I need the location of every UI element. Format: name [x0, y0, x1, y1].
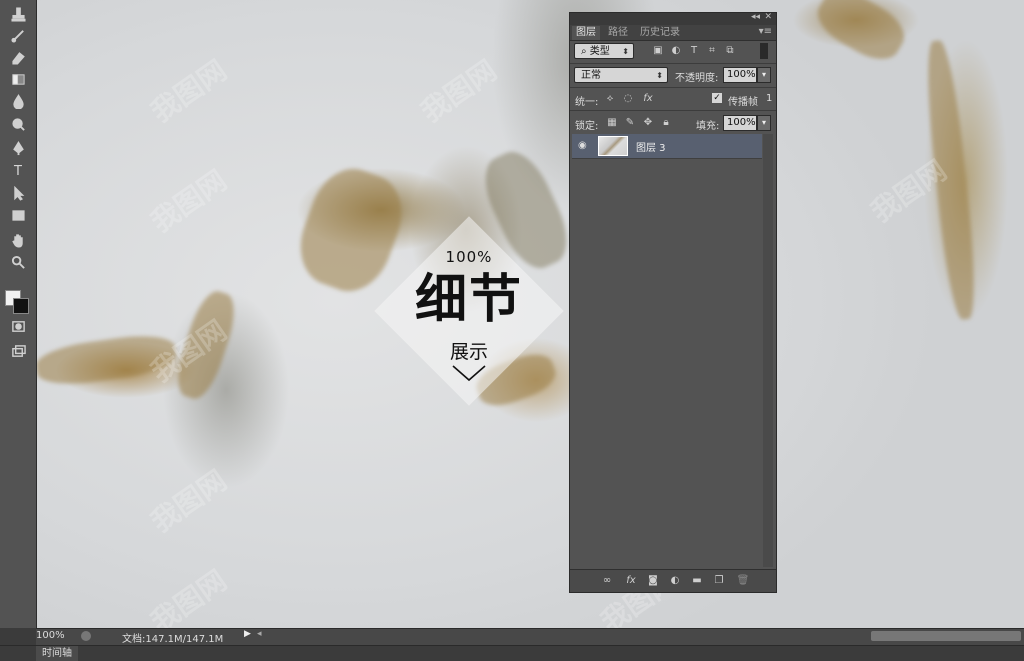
filter-toggle[interactable] [760, 43, 768, 59]
path-selection-icon[interactable] [9, 185, 27, 201]
blend-mode-select[interactable]: 正常 ⬍ [574, 67, 668, 83]
tab-history[interactable]: 历史记录 [636, 26, 684, 40]
filter-shape-icon[interactable]: ⌗ [706, 45, 718, 57]
pen-icon[interactable] [9, 140, 27, 156]
filter-kind-select[interactable]: ⌕ 类型 ⬍ [574, 43, 634, 59]
layers-panel: ◂◂ ✕ 图层 路径 历史记录 ▾≡ ⌕ 类型 ⬍ ▣ ◐ T ⌗ ⧉ 正常 ⬍ 不… [569, 12, 777, 593]
hand-icon[interactable] [9, 232, 27, 248]
filter-pixel-icon[interactable]: ▣ [652, 45, 664, 57]
tab-timeline[interactable]: 时间轴 [36, 646, 78, 661]
adjustment-layer-icon[interactable]: ◐ [668, 574, 682, 588]
chevron-down-icon [452, 365, 486, 382]
opacity-dropdown-icon[interactable]: ▾ [757, 67, 771, 83]
badge-percent: 100% [445, 248, 493, 266]
filter-adjustment-icon[interactable]: ◐ [670, 45, 682, 57]
propagate-value: 1 [766, 93, 773, 104]
filter-kind-value: 类型 [589, 46, 610, 57]
marble-vein [921, 39, 981, 321]
unify-visibility-icon[interactable]: ◌ [622, 93, 634, 105]
layer-style-icon[interactable]: fx [624, 574, 638, 588]
chevron-down-icon: ⬍ [622, 47, 629, 56]
status-icon[interactable] [81, 631, 91, 641]
layer-thumbnail [598, 136, 628, 156]
unify-label: 统一: [575, 97, 599, 108]
lock-label: 锁定: [575, 121, 599, 132]
delete-layer-icon[interactable]: 🗑︎ [736, 574, 750, 588]
zoom-level[interactable]: 100% [36, 630, 65, 641]
lock-paint-icon[interactable]: ✎ [624, 117, 636, 129]
horizontal-scrollbar-thumb[interactable] [871, 631, 1021, 641]
type-icon[interactable]: T [9, 163, 27, 179]
badge-title: 细节 [414, 270, 523, 330]
watermark: 我图网 [144, 463, 233, 539]
layer-name[interactable]: 图层 3 [636, 139, 666, 154]
chevron-down-icon: ⬍ [656, 71, 663, 80]
collapse-icon[interactable]: ◂◂ [751, 12, 760, 22]
lock-all-icon[interactable]: 🔒︎ [660, 117, 672, 129]
status-bar: 100% 文档:147.1M/147.1M ▶ ◂ [36, 628, 1024, 645]
close-icon[interactable]: ✕ [764, 12, 772, 22]
tools-panel: T [0, 0, 37, 628]
opacity-label: 不透明度: [675, 73, 719, 84]
filter-smart-object-icon[interactable]: ⧉ [724, 45, 736, 57]
blur-icon[interactable] [9, 93, 27, 109]
eraser-icon[interactable] [9, 49, 27, 65]
divider [570, 110, 776, 111]
screen-mode-icon[interactable] [9, 343, 27, 359]
fill-dropdown-icon[interactable]: ▾ [757, 115, 771, 131]
gradient-icon[interactable] [9, 71, 27, 87]
stamp-icon[interactable] [9, 6, 27, 22]
zoom-icon[interactable] [9, 254, 27, 270]
opacity-field[interactable]: 100% [723, 67, 757, 83]
quick-mask-icon[interactable] [9, 318, 27, 334]
marble-vein [809, 0, 913, 70]
badge-subtitle: 展示 [449, 341, 488, 363]
status-menu-arrow-icon[interactable]: ▶ [244, 629, 251, 639]
scroll-left-icon[interactable]: ◂ [257, 629, 262, 639]
propagate-checkbox[interactable]: ✓ [712, 93, 722, 103]
link-layers-icon[interactable]: ∞ [600, 574, 614, 588]
unify-style-icon[interactable]: fx [642, 93, 654, 105]
tab-paths[interactable]: 路径 [604, 26, 632, 40]
filter-type-icon[interactable]: T [688, 45, 700, 57]
search-icon: ⌕ [581, 46, 590, 57]
fill-label: 填充: [696, 121, 720, 132]
watermark: 我图网 [144, 163, 233, 239]
layers-scrollbar[interactable] [763, 134, 773, 567]
document-size: 文档:147.1M/147.1M [122, 634, 224, 645]
panel-menu-icon[interactable]: ▾≡ [759, 26, 772, 37]
dodge-icon[interactable] [9, 116, 27, 132]
divider [570, 63, 776, 64]
lock-position-icon[interactable]: ✥ [642, 117, 654, 129]
add-mask-icon[interactable]: ◙ [646, 574, 660, 588]
new-group-icon[interactable]: ▬ [690, 574, 704, 588]
bottom-panel-bar: 时间轴 [0, 645, 1024, 661]
lock-transparency-icon[interactable]: ▦ [606, 117, 618, 129]
marble-vein [36, 330, 179, 390]
marble-vein [169, 286, 243, 404]
layer-row[interactable]: ◉ 图层 3 [572, 134, 762, 159]
rectangle-icon[interactable] [9, 207, 27, 223]
propagate-label: 传播帧 [728, 97, 758, 108]
panel-tabs: 图层 路径 历史记录 ▾≡ [570, 25, 776, 41]
watermark: 我图网 [414, 53, 503, 129]
marble-vein [288, 158, 414, 302]
history-brush-icon[interactable] [9, 27, 27, 43]
visibility-eye-icon[interactable]: ◉ [578, 140, 587, 151]
watermark: 我图网 [144, 53, 233, 129]
blend-mode-value: 正常 [581, 70, 601, 81]
panel-titlebar[interactable]: ◂◂ ✕ [570, 12, 776, 25]
layers-list: ◉ 图层 3 [572, 134, 762, 567]
fill-field[interactable]: 100% [723, 115, 757, 131]
unify-position-icon[interactable]: ⟡ [604, 93, 616, 105]
panel-footer: ∞ fx ◙ ◐ ▬ ❐ 🗑︎ [570, 569, 776, 592]
background-color-swatch[interactable] [13, 298, 29, 314]
divider [570, 87, 776, 88]
watermark: 我图网 [144, 563, 233, 628]
new-layer-icon[interactable]: ❐ [712, 574, 726, 588]
tab-layers[interactable]: 图层 [572, 26, 600, 40]
